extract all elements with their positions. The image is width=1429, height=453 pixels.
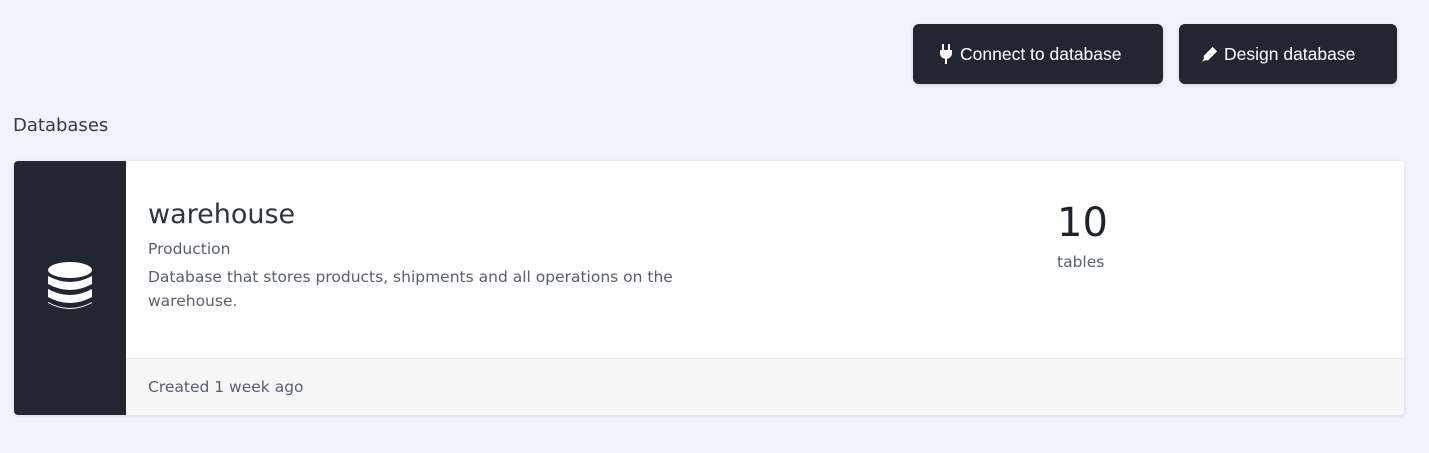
connect-database-label: Connect to database [960,43,1122,64]
design-database-button[interactable]: Design database [1179,24,1397,84]
database-description: Database that stores products, shipments… [148,268,673,310]
table-count-stat: 10 tables [1057,197,1108,271]
database-card-main: warehouse Production Database that store… [126,161,1404,358]
table-count-value: 10 [1057,200,1108,246]
table-count-label: tables [1057,253,1105,271]
database-card-footer: Created 1 week ago [126,358,1404,415]
toolbar: Connect to database Design database [913,24,1397,84]
plug-icon [938,44,954,64]
section-title: Databases [13,115,109,136]
database-card-sidebar [14,161,126,415]
database-name[interactable]: warehouse [148,199,295,230]
connect-database-button[interactable]: Connect to database [913,24,1163,84]
database-environment: Production [148,240,231,258]
design-database-label: Design database [1224,43,1356,64]
created-timestamp: Created 1 week ago [148,378,304,396]
database-icon [48,262,92,314]
database-card-body: warehouse Production Database that store… [126,161,1404,415]
pen-icon [1202,44,1218,64]
database-card[interactable]: warehouse Production Database that store… [14,161,1404,415]
